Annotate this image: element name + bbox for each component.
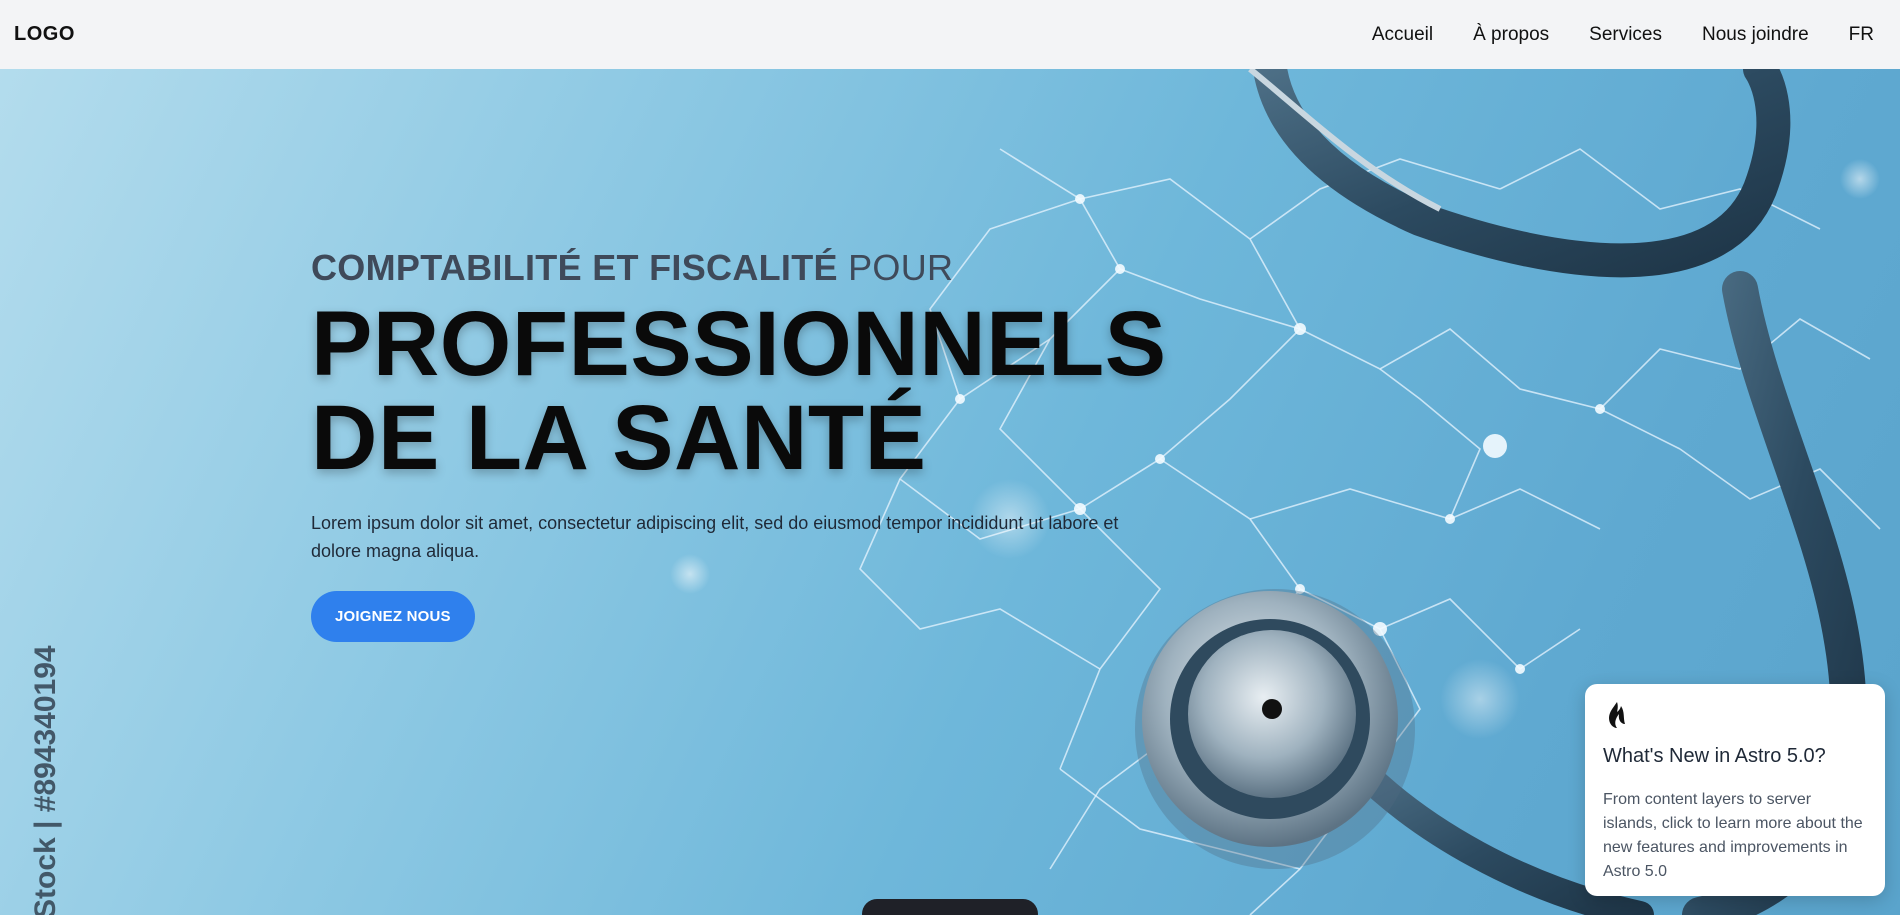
join-us-button[interactable]: JOIGNEZ NOUS	[311, 591, 475, 642]
toast-title: What's New in Astro 5.0?	[1603, 745, 1826, 767]
hero-headline-line-2: DE LA SANTÉ	[311, 387, 927, 489]
nav-link-nous-joindre[interactable]: Nous joindre	[1702, 24, 1809, 46]
dev-toolbar[interactable]	[862, 899, 1038, 915]
toast-body: From content layers to server islands, c…	[1603, 791, 1863, 880]
nav-link-services[interactable]: Services	[1589, 24, 1662, 46]
hero-kicker: COMPTABILITÉ ET FISCALITÉ POUR	[311, 247, 1171, 289]
logo[interactable]: LOGO	[14, 23, 75, 46]
language-switcher[interactable]: FR	[1849, 24, 1874, 46]
astro-flame-icon	[1609, 702, 1625, 728]
hero-kicker-light: POUR	[848, 247, 954, 288]
hero-content: COMPTABILITÉ ET FISCALITÉ POUR PROFESSIO…	[311, 247, 1171, 642]
astro-whats-new-toast[interactable]: What's New in Astro 5.0? From content la…	[1585, 684, 1885, 896]
nav-link-accueil[interactable]: Accueil	[1372, 24, 1433, 46]
hero-headline-line-1: PROFESSIONNELS	[311, 293, 1167, 395]
stock-watermark: Stock | #894340194	[29, 645, 62, 915]
svg-text:Stock | #894340194: Stock | #894340194	[29, 645, 62, 915]
top-navbar: LOGO Accueil À propos Services Nous join…	[0, 0, 1900, 69]
nav-links: Accueil À propos Services Nous joindre F…	[1372, 24, 1886, 46]
hero-description: Lorem ipsum dolor sit amet, consectetur …	[311, 513, 1119, 561]
nav-link-a-propos[interactable]: À propos	[1473, 24, 1549, 46]
hero-headline: PROFESSIONNELS DE LA SANTÉ	[311, 297, 1171, 485]
hero-kicker-bold: COMPTABILITÉ ET FISCALITÉ	[311, 247, 838, 288]
